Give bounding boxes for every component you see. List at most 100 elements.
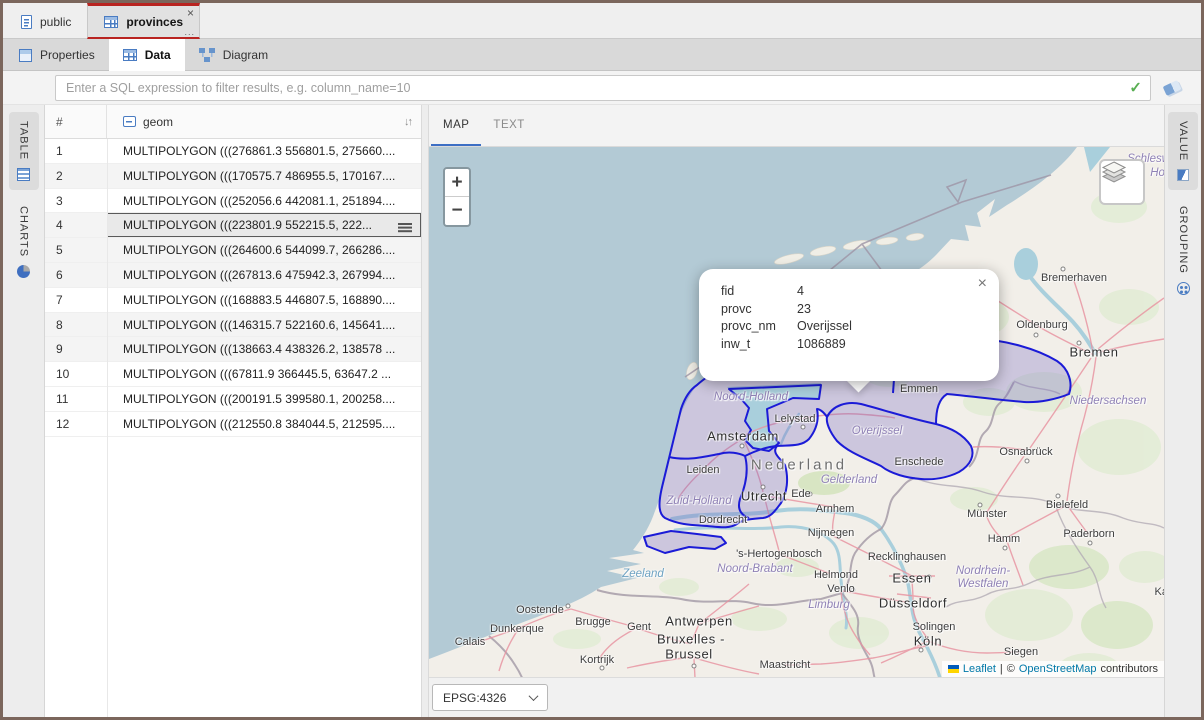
city-marker: [808, 492, 813, 497]
map-attribution: Leaflet | © OpenStreetMap contributors: [942, 661, 1164, 677]
row-number-header[interactable]: #: [45, 105, 107, 138]
geom-cell[interactable]: MULTIPOLYGON (((168883.5 446807.5, 16889…: [107, 288, 421, 312]
tab-provinces[interactable]: provinces × ...: [87, 3, 200, 39]
row-number-cell[interactable]: 1: [45, 139, 107, 163]
row-number-cell[interactable]: 7: [45, 288, 107, 312]
diagram-icon: [199, 48, 215, 62]
table-row[interactable]: 6MULTIPOLYGON (((267813.6 475942.3, 2679…: [45, 263, 421, 288]
row-number-cell[interactable]: 10: [45, 362, 107, 386]
row-number-cell[interactable]: 5: [45, 238, 107, 262]
geom-cell[interactable]: MULTIPOLYGON (((212550.8 384044.5, 21259…: [107, 412, 421, 436]
city-marker: [1003, 546, 1008, 551]
grouping-panel-icon: [1177, 282, 1190, 295]
popup-field-key: fid: [721, 284, 797, 298]
row-number-cell[interactable]: 4: [45, 213, 107, 237]
column-divider: [107, 139, 108, 717]
sql-filter-input[interactable]: [55, 75, 1151, 101]
row-number-cell[interactable]: 11: [45, 387, 107, 411]
tab-diagram[interactable]: Diagram: [185, 39, 282, 71]
geom-cell[interactable]: MULTIPOLYGON (((267813.6 475942.3, 26799…: [107, 263, 421, 287]
eraser-icon: [1163, 80, 1182, 96]
popup-field-key: provc_nm: [721, 319, 797, 333]
table-row[interactable]: 4MULTIPOLYGON (((223801.9 552215.5, 222.…: [45, 213, 421, 238]
table-row[interactable]: 9MULTIPOLYGON (((138663.4 438326.2, 1385…: [45, 337, 421, 362]
city-marker: [600, 666, 605, 671]
popup-close-icon[interactable]: ×: [978, 276, 987, 292]
city-marker: [817, 573, 822, 578]
panel-sash[interactable]: [421, 105, 429, 717]
table-row[interactable]: 1MULTIPOLYGON (((276861.3 556801.5, 2756…: [45, 139, 421, 164]
leaflet-link[interactable]: Leaflet: [963, 663, 996, 675]
geom-cell[interactable]: MULTIPOLYGON (((170575.7 486955.5, 17016…: [107, 164, 421, 188]
layers-control-button[interactable]: [1099, 159, 1145, 205]
tab-data[interactable]: Data: [109, 39, 185, 71]
geom-column-header[interactable]: geom ↓↑: [107, 105, 421, 138]
osm-link[interactable]: OpenStreetMap: [1019, 663, 1097, 675]
attribution-separator: |: [1000, 663, 1003, 675]
row-number-cell[interactable]: 2: [45, 164, 107, 188]
grid-header: # geom ↓↑: [45, 105, 421, 139]
tab-value-panel[interactable]: VALUE: [1168, 112, 1198, 190]
table-row[interactable]: 10MULTIPOLYGON (((67811.9 366445.5, 6364…: [45, 362, 421, 387]
geom-header-label: geom: [143, 115, 173, 129]
city-marker: [1034, 333, 1039, 338]
grid-body: 1MULTIPOLYGON (((276861.3 556801.5, 2756…: [45, 139, 421, 437]
chevron-down-icon: [529, 691, 539, 701]
geom-cell[interactable]: MULTIPOLYGON (((223801.9 552215.5, 222..…: [107, 213, 421, 237]
row-number-cell[interactable]: 3: [45, 189, 107, 213]
right-panel-strip: VALUE GROUPING: [1164, 105, 1201, 717]
city-marker: [761, 485, 766, 490]
row-number-cell[interactable]: 6: [45, 263, 107, 287]
map-canvas[interactable]: Schleswig-HolsteinBremerhavenOldenburgBr…: [429, 147, 1164, 677]
tab-table-presentation[interactable]: TABLE: [9, 112, 39, 190]
table-row[interactable]: 2MULTIPOLYGON (((170575.7 486955.5, 1701…: [45, 164, 421, 189]
tab-charts-presentation[interactable]: CHARTS: [9, 197, 39, 287]
ukraine-flag-icon: [948, 665, 959, 673]
geom-cell[interactable]: MULTIPOLYGON (((276861.3 556801.5, 27566…: [107, 139, 421, 163]
layers-icon: [1101, 161, 1127, 185]
zoom-out-button[interactable]: −: [445, 197, 469, 225]
geom-cell[interactable]: MULTIPOLYGON (((252056.6 442081.1, 25189…: [107, 189, 421, 213]
geom-cell[interactable]: MULTIPOLYGON (((138663.4 438326.2, 13857…: [107, 337, 421, 361]
geom-cell[interactable]: MULTIPOLYGON (((264600.6 544099.7, 26628…: [107, 238, 421, 262]
tab-map[interactable]: MAP: [431, 105, 481, 146]
row-number-cell[interactable]: 9: [45, 337, 107, 361]
table-row[interactable]: 7MULTIPOLYGON (((168883.5 446807.5, 1688…: [45, 288, 421, 313]
tab-provinces-label: provinces: [126, 15, 183, 29]
tab-properties[interactable]: Properties: [5, 39, 109, 71]
view-tab-bar: Properties Data Diagram: [3, 39, 1201, 71]
tab-grouping-panel[interactable]: GROUPING: [1168, 197, 1198, 304]
row-number-cell[interactable]: 12: [45, 412, 107, 436]
tab-overflow-icon[interactable]: ...: [185, 28, 196, 37]
table-row[interactable]: 11MULTIPOLYGON (((200191.5 399580.1, 200…: [45, 387, 421, 412]
tab-public[interactable]: public: [5, 3, 87, 39]
table-row[interactable]: 3MULTIPOLYGON (((252056.6 442081.1, 2518…: [45, 189, 421, 214]
left-presentation-strip: TABLE CHARTS: [3, 105, 45, 717]
geom-cell[interactable]: MULTIPOLYGON (((146315.7 522160.6, 14564…: [107, 313, 421, 337]
city-marker: [1061, 267, 1066, 272]
close-icon[interactable]: ×: [187, 7, 194, 19]
feature-popup: × fid4provc23provc_nmOverijsselinw_t1086…: [699, 269, 999, 381]
zoom-in-button[interactable]: +: [445, 169, 469, 197]
contributors-text: contributors: [1101, 663, 1158, 675]
cell-menu-icon[interactable]: [398, 223, 412, 225]
popup-fields: fid4provc23provc_nmOverijsselinw_t108688…: [721, 284, 979, 351]
crs-select[interactable]: EPSG:4326: [432, 684, 548, 711]
popup-field-key: provc: [721, 302, 797, 316]
city-marker: [919, 648, 924, 653]
row-number-cell[interactable]: 8: [45, 313, 107, 337]
geom-cell[interactable]: MULTIPOLYGON (((200191.5 399580.1, 20025…: [107, 387, 421, 411]
table-row[interactable]: 8MULTIPOLYGON (((146315.7 522160.6, 1456…: [45, 313, 421, 338]
charts-tab-label: CHARTS: [18, 206, 30, 257]
clear-filter-button[interactable]: [1157, 75, 1187, 101]
apply-filter-icon[interactable]: ✓: [1129, 78, 1142, 96]
value-panel-icon: [1177, 169, 1189, 181]
sort-icon[interactable]: ↓↑: [404, 116, 411, 128]
table-row[interactable]: 12MULTIPOLYGON (((212550.8 384044.5, 212…: [45, 412, 421, 437]
tab-text[interactable]: TEXT: [481, 105, 536, 146]
table-tab-label: TABLE: [18, 121, 30, 160]
table-row[interactable]: 5MULTIPOLYGON (((264600.6 544099.7, 2662…: [45, 238, 421, 263]
script-icon: [21, 15, 32, 29]
viewer-tab-bar: MAP TEXT: [429, 105, 1164, 147]
geom-cell[interactable]: MULTIPOLYGON (((67811.9 366445.5, 63647.…: [107, 362, 421, 386]
